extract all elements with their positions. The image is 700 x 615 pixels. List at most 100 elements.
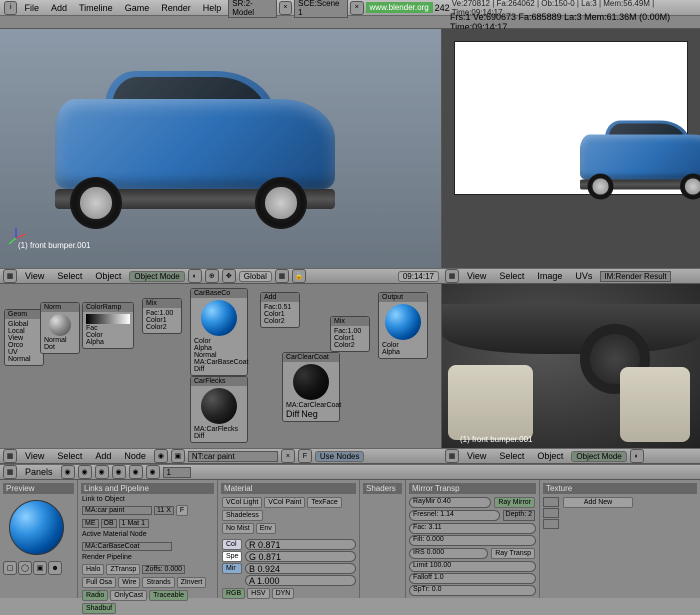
close-scr-icon[interactable]: × (279, 1, 292, 15)
vi-object[interactable]: Object (532, 450, 568, 462)
filt-slider[interactable]: Filt: 0.000 (409, 535, 536, 546)
mat-users[interactable]: 11 X (154, 506, 174, 515)
node-colorramp[interactable]: ColorRamp FacColorAlpha (82, 302, 134, 349)
ne-select[interactable]: Select (52, 450, 87, 462)
context-object-icon[interactable]: ◉ (112, 465, 126, 479)
info-icon[interactable]: i (4, 1, 17, 15)
mode-selector[interactable]: Object Mode (129, 271, 184, 282)
node-mix[interactable]: Mix Fac:1.00Color1Color2 (142, 298, 182, 334)
vi-view[interactable]: View (462, 450, 491, 462)
ne-view[interactable]: View (20, 450, 49, 462)
menu-render[interactable]: Render (156, 2, 196, 14)
vp-object[interactable]: Object (90, 270, 126, 282)
context-script-icon[interactable]: ◉ (78, 465, 92, 479)
rgb-button[interactable]: RGB (222, 588, 245, 599)
mat-index[interactable]: 1 Mat 1 (119, 519, 149, 528)
col-swatch[interactable]: Col (222, 539, 242, 550)
texface-button[interactable]: TexFace (307, 497, 341, 508)
tex-slot[interactable] (543, 508, 559, 518)
irs-slider[interactable]: IRS 0.000 (409, 548, 488, 559)
depth-field[interactable]: Depth: 2 (503, 510, 535, 521)
panels-menu[interactable]: Panels (20, 466, 58, 478)
shaders-header[interactable]: Shaders (363, 483, 402, 494)
mat-fake-user[interactable]: F (176, 505, 188, 516)
menu-help[interactable]: Help (198, 2, 227, 14)
vp-view[interactable]: View (20, 270, 49, 282)
node-mix-2[interactable]: Mix Fac:1.00Color1Color2 (330, 316, 370, 352)
vp-select[interactable]: Select (52, 270, 87, 282)
node-editor[interactable]: Geom GlobalLocal ViewOrco UVNormal Norm … (0, 284, 442, 448)
material-name-field[interactable]: MA:car paint (82, 506, 152, 515)
radio-button[interactable]: Radio (82, 590, 108, 601)
layers-icon[interactable]: ▦ (275, 269, 289, 283)
limit-slider[interactable]: Limit 100.00 (409, 561, 536, 572)
raytransp-button[interactable]: Ray Transp (491, 548, 535, 559)
manipulator-icon[interactable]: ✥ (222, 269, 236, 283)
ob-link[interactable]: OB (101, 519, 117, 528)
close-sce-icon[interactable]: × (350, 1, 363, 15)
node-add[interactable]: Add Fac:0.51Color1Color2 (260, 292, 300, 328)
rv-image[interactable]: Image (532, 270, 567, 282)
r-slider[interactable]: R 0.871 (245, 539, 356, 550)
zinvert-button[interactable]: ZInvert (177, 577, 207, 588)
falloff-slider[interactable]: Falloff 1.0 (409, 573, 536, 584)
hsv-button[interactable]: HSV (247, 588, 269, 599)
rv-select[interactable]: Select (494, 270, 529, 282)
lock-icon[interactable]: 🔒 (292, 269, 306, 283)
context-scene-icon[interactable]: ◉ (146, 465, 160, 479)
shading-icon[interactable]: ◐ (630, 449, 644, 463)
editor-type-icon[interactable]: ▦ (445, 449, 459, 463)
context-shading-icon[interactable]: ◉ (95, 465, 109, 479)
menu-add[interactable]: Add (46, 2, 72, 14)
editor-type-icon[interactable]: ▦ (3, 465, 17, 479)
fresnel-slider[interactable]: Fresnel: 1.14 (409, 510, 500, 521)
ne-add[interactable]: Add (90, 450, 116, 462)
screen-selector[interactable]: SR:2-Model (228, 0, 276, 18)
menu-file[interactable]: File (19, 2, 44, 14)
mir-swatch[interactable]: Mir (222, 563, 242, 574)
mirror-header[interactable]: Mirror Transp (409, 483, 536, 494)
scene-selector[interactable]: SCE:Scene 1 (294, 0, 348, 18)
use-nodes-button[interactable]: Use Nodes (315, 451, 365, 462)
shadbuf-button[interactable]: Shadbuf (82, 603, 116, 614)
dyn-button[interactable]: DYN (272, 588, 295, 599)
links-header[interactable]: Links and Pipeline (81, 483, 214, 494)
traceable-button[interactable]: Traceable (149, 590, 188, 601)
zoffs-field[interactable]: Zoffs: 0.000 (142, 565, 185, 574)
shading-icon[interactable]: ◐ (188, 269, 202, 283)
editor-type-icon[interactable]: ▦ (445, 269, 459, 283)
vcolpaint-button[interactable]: VCol Paint (264, 497, 305, 508)
orientation-selector[interactable]: Global (239, 271, 272, 282)
strands-button[interactable]: Strands (142, 577, 174, 588)
nodetree-name[interactable]: NT:car paint (188, 451, 278, 462)
pin-icon[interactable]: × (281, 449, 295, 463)
node-normal[interactable]: Norm NormalDot (40, 302, 80, 354)
onlycast-button[interactable]: OnlyCast (110, 590, 147, 601)
pivot-icon[interactable]: ⊕ (205, 269, 219, 283)
editor-type-icon[interactable]: ▦ (3, 449, 17, 463)
nomist-button[interactable]: No Mist (222, 523, 254, 534)
fullosa-button[interactable]: Full Osa (82, 577, 116, 588)
node-material-field[interactable]: MA:CarBaseCoat (82, 542, 172, 551)
rv-view[interactable]: View (462, 270, 491, 282)
vi-mode-selector[interactable]: Object Mode (571, 451, 626, 462)
render-viewport[interactable] (442, 29, 700, 268)
add-new-texture-button[interactable]: Add New (563, 497, 633, 508)
vcollight-button[interactable]: VCol Light (222, 497, 262, 508)
tex-slot[interactable] (543, 497, 559, 507)
image-selector[interactable]: IM:Render Result (600, 271, 670, 282)
preview-cube-icon[interactable]: ▣ (33, 561, 47, 575)
viewport-interior[interactable]: (1) front bumper.001 (442, 284, 700, 448)
preview-sphere-icon[interactable]: ◯ (18, 561, 32, 575)
compositing-icon[interactable]: ▣ (171, 449, 185, 463)
b-slider[interactable]: B 0.924 (245, 563, 356, 574)
user-icon[interactable]: F (298, 449, 312, 463)
halo-button[interactable]: Halo (82, 564, 104, 575)
fac-slider[interactable]: Fac: 3.11 (409, 523, 536, 534)
wire-button[interactable]: Wire (118, 577, 140, 588)
raymirror-button[interactable]: Ray Mirror (494, 497, 535, 508)
node-mat-flecks[interactable]: CarFlecks MA:CarFlecksDiff (190, 376, 248, 443)
node-mat-basecoat[interactable]: CarBaseCo ColorAlphaNormal MA:CarBaseCoa… (190, 288, 248, 376)
viewport-3d-main[interactable]: (1) front bumper.001 (0, 29, 442, 268)
ztransp-button[interactable]: ZTransp (106, 564, 140, 575)
